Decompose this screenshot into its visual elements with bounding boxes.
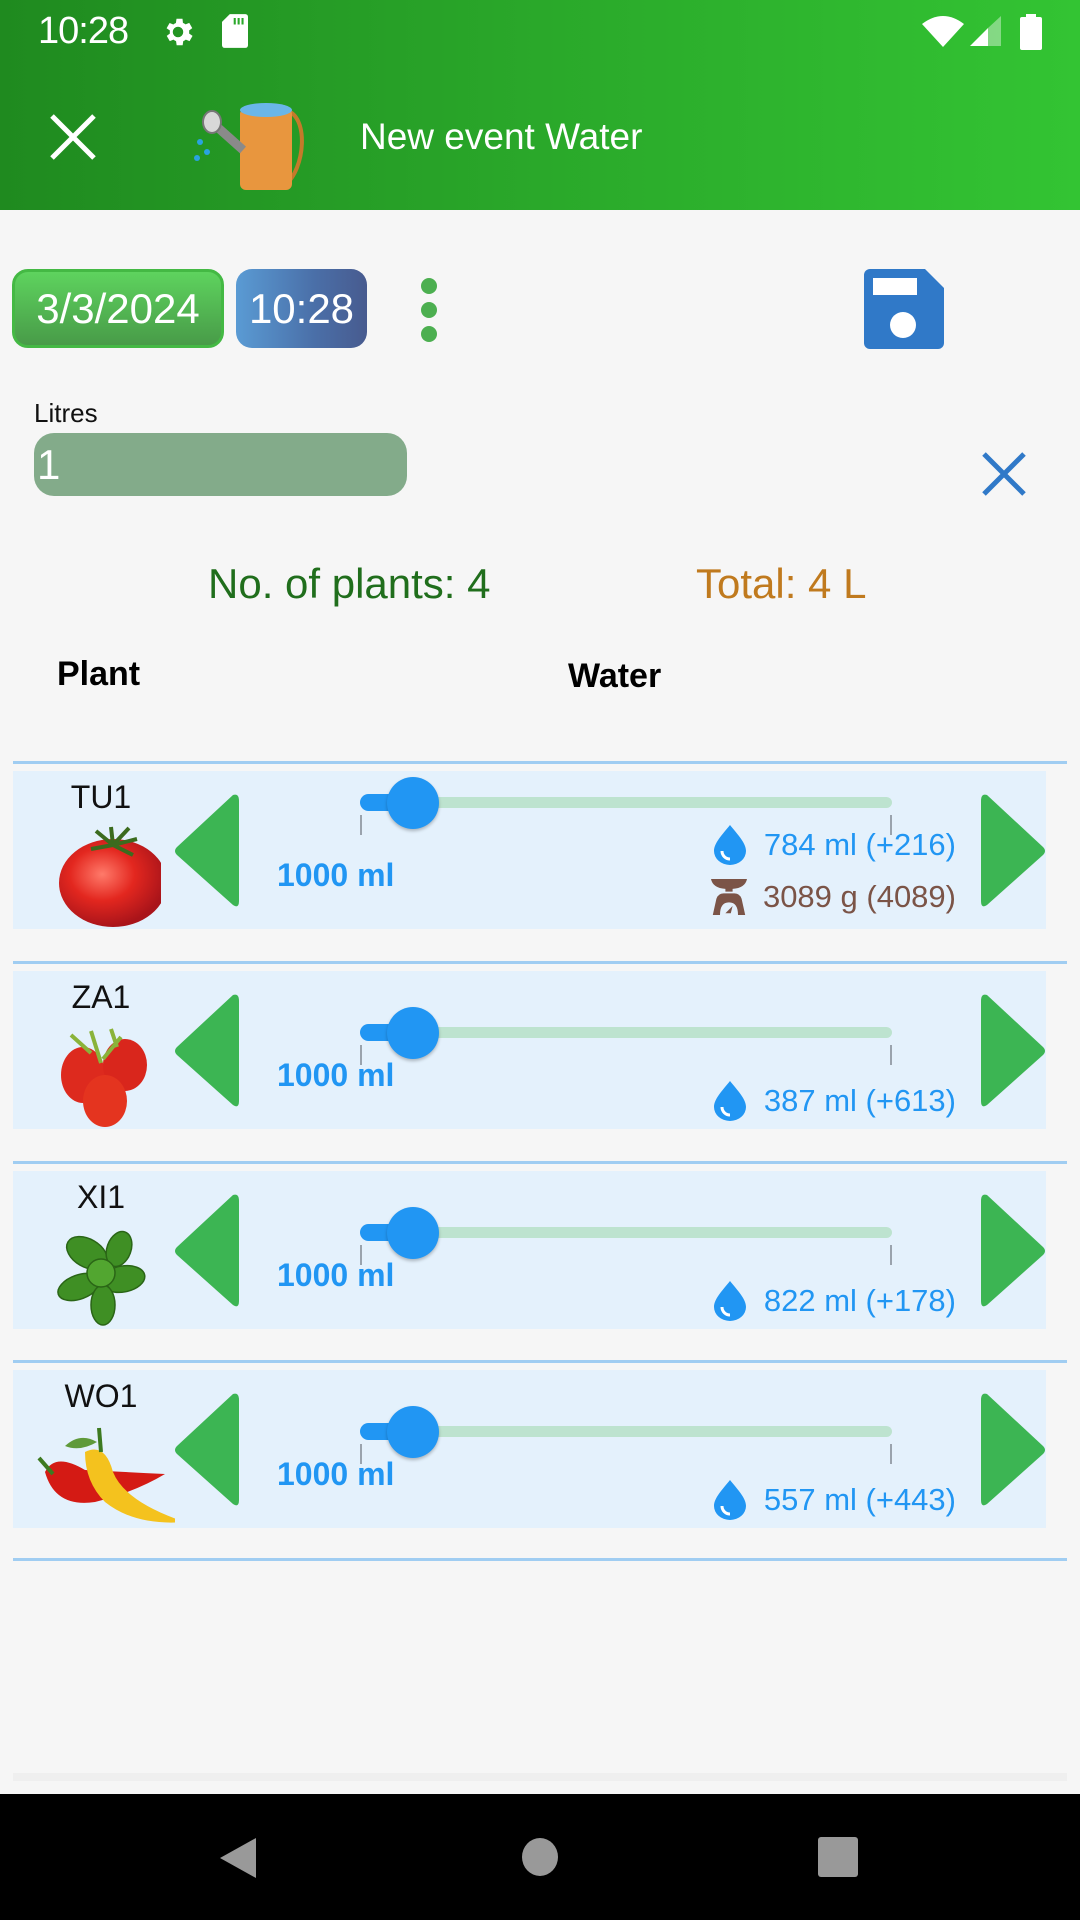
slider-thumb[interactable] <box>387 777 440 829</box>
divider <box>13 1558 1067 1561</box>
water-info-text: 784 ml (+216) <box>763 827 956 862</box>
plant-row: ZA1 1000 ml 387 ml (+613) <box>13 971 1046 1129</box>
plants-count: No. of plants: 4 <box>208 560 491 607</box>
plant-code: TU1 <box>70 779 132 815</box>
wifi-icon <box>922 16 964 47</box>
slider-track <box>360 1027 892 1038</box>
more-vert-dot <box>421 302 437 318</box>
more-vert-icon <box>421 278 437 294</box>
water-slider[interactable] <box>348 1007 904 1067</box>
slider-tick-max <box>890 1245 892 1265</box>
close-button[interactable] <box>46 110 100 164</box>
water-drop-icon <box>713 1081 746 1121</box>
next-arrow-button[interactable] <box>977 1193 1047 1309</box>
slider-track <box>360 1426 892 1437</box>
weight-info-text: 3089 g (4089) <box>762 879 956 914</box>
plant-row: TU1 1000 ml 784 ml (+216) 3089 g (4089) <box>13 771 1046 929</box>
water-info-text: 822 ml (+178) <box>763 1283 956 1318</box>
home-icon[interactable] <box>522 1838 558 1876</box>
sd-card-icon <box>222 14 248 48</box>
save-button[interactable] <box>864 269 944 349</box>
more-vert-dot <box>421 326 437 342</box>
water-slider[interactable] <box>348 1207 904 1267</box>
next-arrow-button[interactable] <box>977 993 1047 1109</box>
litres-input[interactable] <box>34 433 407 496</box>
divider <box>13 1360 1067 1363</box>
scale-icon <box>710 879 747 915</box>
signal-icon <box>970 16 1001 46</box>
water-slider[interactable] <box>348 1406 904 1466</box>
clear-litres-button[interactable] <box>980 450 1028 498</box>
water-amount: 1000 ml <box>277 857 395 893</box>
column-header-water: Water <box>568 657 662 695</box>
page-title: New event Water <box>360 116 643 157</box>
slider-thumb[interactable] <box>387 1007 440 1059</box>
battery-icon <box>1020 14 1042 50</box>
cherry-tomatoes-icon <box>61 1028 147 1127</box>
chili-peppers-icon <box>37 1427 175 1523</box>
recents-icon[interactable] <box>818 1837 858 1877</box>
slider-thumb[interactable] <box>387 1406 440 1458</box>
slider-tick-min <box>360 815 362 835</box>
divider <box>13 761 1067 764</box>
water-info: 387 ml (+613) <box>712 1081 956 1121</box>
divider <box>13 1161 1067 1164</box>
column-header-plant: Plant <box>57 655 141 693</box>
plant-code: ZA1 <box>71 979 131 1015</box>
slider-tick-max <box>890 1444 892 1464</box>
water-info-text: 557 ml (+443) <box>763 1482 956 1517</box>
previous-arrow-button[interactable] <box>173 1193 243 1309</box>
water-drop-icon <box>713 825 746 865</box>
water-amount: 1000 ml <box>277 1257 395 1293</box>
more-options-button[interactable] <box>412 276 448 344</box>
slider-track <box>360 797 892 808</box>
water-info-text: 387 ml (+613) <box>763 1083 956 1118</box>
water-drop-icon <box>713 1281 746 1321</box>
app-bar: 10:28 New event Water <box>0 0 1080 210</box>
next-arrow-button[interactable] <box>977 1392 1047 1508</box>
water-amount: 1000 ml <box>277 1456 395 1492</box>
water-drop-icon <box>713 1480 746 1520</box>
status-time: 10:28 <box>38 10 129 52</box>
plant-row: XI1 1000 ml 822 ml (+178) <box>13 1171 1046 1329</box>
water-amount: 1000 ml <box>277 1057 395 1093</box>
weight-info: 3089 g (4089) <box>710 877 956 917</box>
water-info: 784 ml (+216) <box>712 825 956 865</box>
tomato-icon <box>59 826 161 927</box>
next-arrow-button[interactable] <box>977 793 1047 909</box>
plant-code: WO1 <box>64 1378 138 1414</box>
water-info: 822 ml (+178) <box>712 1281 956 1321</box>
slider-track <box>360 1227 892 1238</box>
gear-icon <box>166 18 193 46</box>
litres-label: Litres <box>34 398 98 428</box>
previous-arrow-button[interactable] <box>173 1392 243 1508</box>
status-bar: 10:28 <box>0 0 1080 64</box>
slider-tick-max <box>890 1045 892 1065</box>
time-picker-button[interactable]: 10:28 <box>236 269 367 348</box>
slider-thumb[interactable] <box>387 1207 440 1259</box>
divider <box>13 961 1067 964</box>
water-info: 557 ml (+443) <box>712 1480 956 1520</box>
previous-arrow-button[interactable] <box>173 993 243 1109</box>
plant-code: XI1 <box>76 1179 126 1215</box>
date-picker-button[interactable]: 3/3/2024 <box>12 269 224 348</box>
back-icon[interactable] <box>218 1836 258 1880</box>
basil-icon <box>57 1230 146 1326</box>
bottom-edge <box>13 1773 1067 1781</box>
previous-arrow-button[interactable] <box>173 793 243 909</box>
watering-can-icon <box>194 103 304 190</box>
total-volume: Total: 4 L <box>696 560 867 607</box>
plant-row: WO1 1000 ml 557 ml (+443) <box>13 1370 1046 1528</box>
